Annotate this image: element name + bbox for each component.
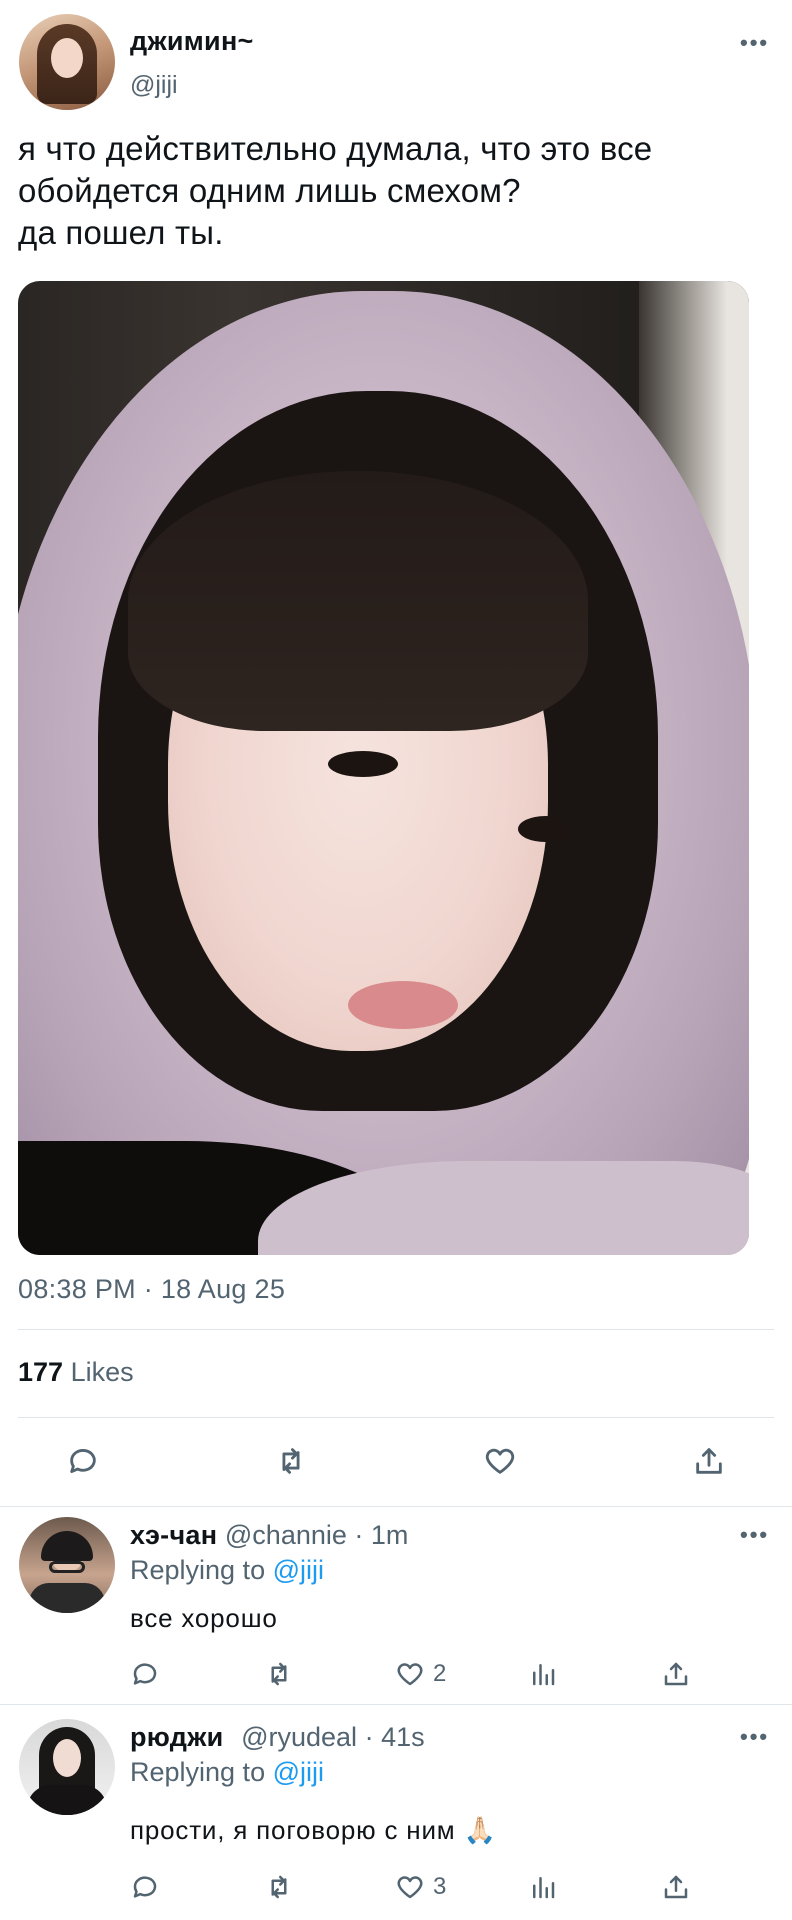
author-avatar[interactable] — [19, 14, 115, 110]
reply-avatar[interactable] — [19, 1517, 115, 1613]
replying-to-label: Replying to — [130, 1555, 266, 1585]
tweet-text: я что действительно думала, что это все … — [18, 128, 778, 254]
more-options-icon[interactable]: ••• — [740, 30, 769, 56]
reply-icon[interactable] — [130, 1872, 160, 1902]
reply-icon[interactable] — [130, 1659, 160, 1689]
author-name[interactable]: джимин~ — [130, 26, 254, 57]
likes-label: Likes — [70, 1357, 134, 1387]
replying-to: Replying to @jiji — [130, 1555, 324, 1586]
retweet-icon[interactable] — [271, 1441, 311, 1481]
replying-to: Replying to @jiji — [130, 1757, 324, 1788]
divider — [18, 1329, 774, 1330]
replying-to-mention[interactable]: @jiji — [273, 1757, 324, 1787]
divider — [0, 1506, 792, 1507]
share-icon[interactable] — [661, 1872, 691, 1902]
reply-avatar[interactable] — [19, 1719, 115, 1815]
like-button[interactable]: 3 — [395, 1872, 446, 1902]
like-count: 2 — [433, 1660, 447, 1687]
divider — [18, 1417, 774, 1418]
tweet-text-line: я что действительно думала, что это все — [18, 130, 653, 167]
retweet-icon[interactable] — [264, 1872, 294, 1902]
like-button[interactable]: 2 — [395, 1659, 446, 1689]
reply-author-name[interactable]: хэ-чан — [130, 1520, 217, 1550]
tweet-text-line: да пошел ты. — [18, 214, 224, 251]
reply-text: прости, я поговорю с ним 🙏🏻 — [130, 1815, 497, 1845]
likes-count[interactable]: 177 Likes — [18, 1357, 134, 1388]
share-icon[interactable] — [661, 1659, 691, 1689]
reply-time: · 1m — [354, 1520, 409, 1550]
more-options-icon[interactable]: ••• — [740, 1724, 769, 1750]
tweet-photo[interactable] — [18, 281, 749, 1255]
replying-to-label: Replying to — [130, 1757, 266, 1787]
analytics-icon[interactable] — [528, 1872, 558, 1902]
like-icon[interactable] — [480, 1441, 520, 1481]
tweet-timestamp[interactable]: 08:38 PM · 18 Aug 25 — [18, 1274, 285, 1305]
reply-author-handle[interactable]: @ryudeal — [241, 1722, 357, 1752]
like-icon — [397, 1876, 423, 1899]
share-icon[interactable] — [689, 1441, 729, 1481]
more-options-icon[interactable]: ••• — [740, 1522, 769, 1548]
author-handle[interactable]: @jiji — [130, 71, 178, 100]
reply-author-handle[interactable]: @channie — [225, 1520, 347, 1550]
reply-header: хэ-чан @channie · 1m — [130, 1520, 408, 1551]
reply-icon[interactable] — [63, 1441, 103, 1481]
analytics-icon[interactable] — [528, 1659, 558, 1689]
reply-time: · 41s — [364, 1722, 425, 1752]
like-count: 3 — [433, 1873, 447, 1900]
likes-number: 177 — [18, 1357, 64, 1387]
reply-text: все хорошо — [130, 1603, 278, 1633]
retweet-icon[interactable] — [264, 1659, 294, 1689]
divider — [0, 1704, 792, 1705]
reply-author-name[interactable]: рюджи — [130, 1722, 224, 1752]
replying-to-mention[interactable]: @jiji — [273, 1555, 324, 1585]
like-icon — [397, 1663, 423, 1686]
tweet-text-line: обойдется одним лишь смехом? — [18, 172, 521, 209]
reply-header: рюджи @ryudeal · 41s — [130, 1722, 425, 1753]
